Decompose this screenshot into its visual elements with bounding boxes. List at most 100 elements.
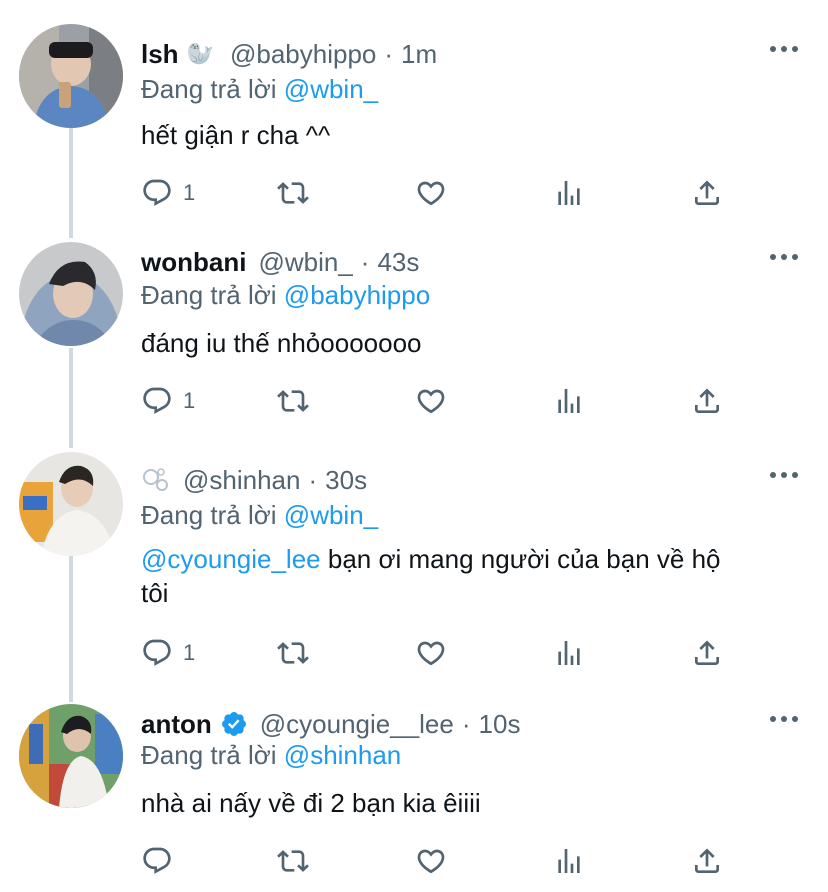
action-bar: 1 (141, 636, 781, 670)
tweet[interactable]: @shinhan · 30s Đang trả lời @wbin_ @cyou… (0, 452, 828, 690)
tweet-text: nhà ai nấy về đi 2 bạn kia êiiii (141, 788, 481, 818)
replying-to-link[interactable]: @wbin_ (284, 74, 378, 104)
share-button[interactable] (691, 636, 723, 670)
analytics-button[interactable] (553, 176, 585, 210)
replying-to-link[interactable]: @shinhan (284, 740, 401, 770)
seal-emoji: 🦭 (186, 41, 214, 66)
replying-to: Đang trả lời @wbin_ (141, 74, 378, 105)
like-button[interactable] (415, 844, 447, 878)
tweet-header: wonbani @wbin_ · 43s (141, 242, 419, 282)
share-icon (695, 180, 719, 205)
more-icon[interactable] (770, 46, 798, 52)
more-icon[interactable] (770, 472, 798, 478)
separator-dot: · (384, 38, 394, 69)
bubbles-icon (143, 468, 168, 491)
retweet-icon (277, 642, 309, 664)
tweet-header: anton @cyoungie__lee · 10s (141, 704, 520, 744)
retweet-button[interactable] (277, 636, 309, 670)
avatar[interactable] (19, 704, 123, 808)
tweet[interactable]: wonbani @wbin_ · 43s Đang trả lời @babyh… (0, 242, 828, 432)
like-icon (417, 389, 445, 414)
replying-prefix: Đang trả lời (141, 74, 277, 104)
replying-to: Đang trả lời @wbin_ (141, 500, 378, 531)
like-icon (417, 641, 445, 666)
share-icon (695, 848, 719, 873)
separator-dot: · (308, 464, 318, 495)
timestamp[interactable]: 43s (377, 247, 419, 278)
verified-icon (221, 712, 246, 736)
avatar[interactable] (19, 24, 123, 128)
avatar[interactable] (19, 242, 123, 346)
retweet-button[interactable] (277, 384, 309, 418)
tweet-text-line1: bạn ơi mang người của bạn về hộ (320, 544, 721, 574)
like-icon (417, 181, 445, 206)
reply-count: 1 (183, 640, 196, 665)
reply-button[interactable] (141, 844, 183, 878)
display-name[interactable]: lsh (141, 39, 179, 70)
share-button[interactable] (691, 844, 723, 878)
tweet-text-line2: tôi (141, 578, 169, 608)
reply-button[interactable]: 1 (141, 384, 195, 418)
analytics-icon (558, 181, 580, 205)
reply-button[interactable]: 1 (141, 636, 195, 670)
retweet-icon (277, 850, 309, 872)
retweet-icon (277, 182, 309, 204)
avatar[interactable] (19, 452, 123, 556)
replying-to-link[interactable]: @wbin_ (284, 500, 378, 530)
tweet-header: lsh 🦭 @babyhippo · 1m (141, 34, 437, 74)
reply-button[interactable]: 1 (141, 176, 195, 210)
user-handle[interactable]: @babyhippo (230, 39, 376, 70)
replying-to-link[interactable]: @babyhippo (284, 280, 430, 310)
mention-link[interactable]: @cyoungie_lee (141, 544, 321, 574)
action-bar (141, 844, 781, 878)
user-handle[interactable]: @wbin_ (258, 247, 352, 278)
tweet-header: @shinhan · 30s (141, 460, 367, 500)
replying-to: Đang trả lời @babyhippo (141, 280, 430, 311)
analytics-button[interactable] (553, 636, 585, 670)
like-button[interactable] (415, 176, 447, 210)
retweet-button[interactable] (277, 176, 309, 210)
display-name[interactable]: anton (141, 709, 212, 740)
more-icon[interactable] (770, 716, 798, 722)
replying-prefix: Đang trả lời (141, 740, 277, 770)
reply-icon (143, 847, 171, 874)
analytics-button[interactable] (553, 384, 585, 418)
share-icon (695, 388, 719, 413)
action-bar: 1 (141, 384, 781, 418)
share-button[interactable] (691, 176, 723, 210)
tweet-text: @cyoungie_lee bạn ơi mang người của bạn … (141, 542, 801, 610)
separator-dot: · (360, 246, 370, 277)
like-button[interactable] (415, 636, 447, 670)
replying-prefix: Đang trả lời (141, 500, 277, 530)
tweet[interactable]: anton @cyoungie__lee · 10s Đang trả lời … (0, 704, 828, 892)
analytics-icon (558, 389, 580, 413)
like-button[interactable] (415, 384, 447, 418)
share-icon (695, 640, 719, 665)
retweet-button[interactable] (277, 844, 309, 878)
retweet-icon (277, 390, 309, 412)
tweet[interactable]: lsh 🦭 @babyhippo · 1m Đang trả lời @wbin… (0, 24, 828, 224)
user-handle[interactable]: @shinhan (183, 465, 300, 496)
share-button[interactable] (691, 384, 723, 418)
reply-icon (143, 639, 171, 666)
analytics-icon (558, 849, 580, 873)
analytics-button[interactable] (553, 844, 585, 878)
tweet-text: hết giận r cha ^^ (141, 120, 331, 150)
separator-dot: · (461, 708, 471, 739)
timestamp[interactable]: 30s (325, 465, 367, 496)
analytics-icon (558, 641, 580, 665)
action-bar: 1 (141, 176, 781, 210)
reply-icon (143, 387, 171, 414)
replying-to: Đang trả lời @shinhan (141, 740, 401, 771)
display-name[interactable]: wonbani (141, 247, 246, 278)
reply-count: 1 (183, 388, 196, 413)
user-handle[interactable]: @cyoungie__lee (260, 709, 454, 740)
like-icon (417, 849, 445, 874)
reply-icon (143, 179, 171, 206)
timestamp[interactable]: 10s (479, 709, 521, 740)
more-icon[interactable] (770, 254, 798, 260)
replying-prefix: Đang trả lời (141, 280, 277, 310)
tweet-text: đáng iu thế nhỏooooooo (141, 328, 422, 358)
reply-count: 1 (183, 180, 196, 205)
timestamp[interactable]: 1m (401, 39, 437, 70)
